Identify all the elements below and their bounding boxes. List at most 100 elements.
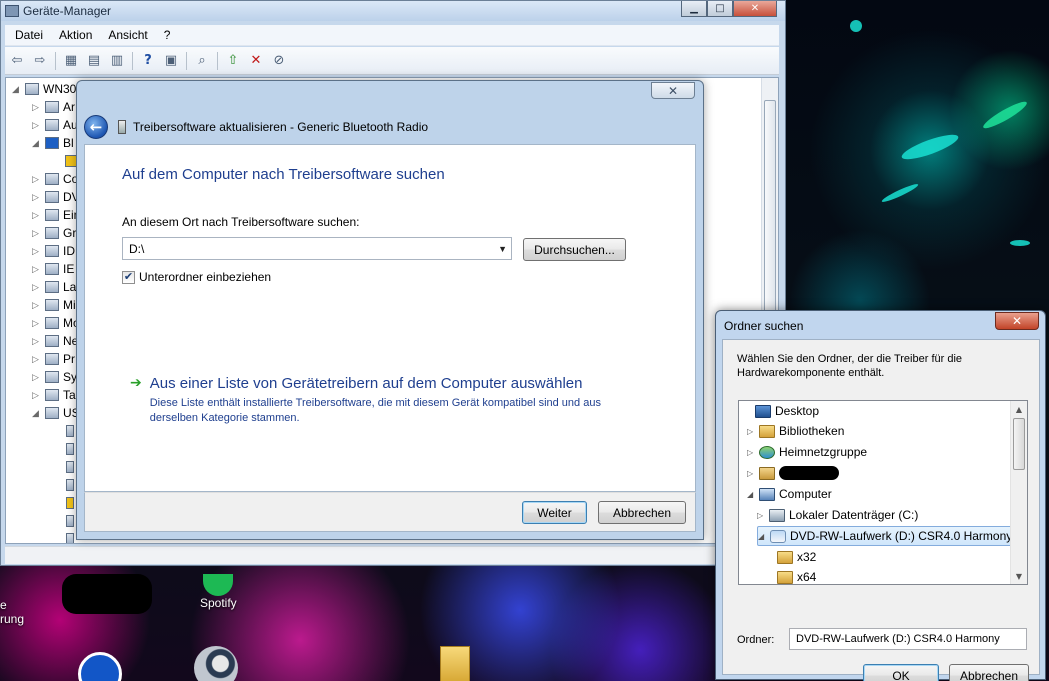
collapse-icon[interactable]: ◢: [747, 490, 757, 499]
menu-datei[interactable]: Datei: [9, 28, 49, 42]
tree-item[interactable]: ▷ Co: [32, 170, 78, 188]
back-arrow-icon[interactable]: ←: [84, 115, 108, 139]
cancel-button[interactable]: Abbrechen: [598, 501, 686, 524]
folder-item-drive-d[interactable]: ◢ DVD-RW-Laufwerk (D:) CSR4.0 Harmony: [757, 526, 1018, 546]
include-subfolders-option[interactable]: ✔ Unterordner einbeziehen: [122, 270, 271, 284]
folder-item-user[interactable]: ▷: [747, 463, 839, 483]
tree-item[interactable]: ▷ Pr: [32, 350, 75, 368]
dialog-close-button[interactable]: ✕: [995, 312, 1039, 330]
expand-icon[interactable]: ▷: [757, 511, 767, 520]
pick-from-list-link[interactable]: Aus einer Liste von Gerätetreibern auf d…: [150, 375, 630, 392]
console-icon[interactable]: ▣: [161, 51, 181, 71]
folder-shortcut[interactable]: [440, 646, 470, 681]
help-icon[interactable]: ?: [138, 51, 158, 71]
tree-item[interactable]: ▷ Ar: [32, 98, 75, 116]
expand-icon[interactable]: ▷: [747, 469, 757, 478]
spotify-shortcut[interactable]: Spotify: [200, 574, 237, 610]
device-manager-titlebar[interactable]: Geräte-Manager: [1, 1, 785, 21]
steam-shortcut[interactable]: [194, 646, 238, 681]
scrollbar-thumb[interactable]: [1013, 418, 1025, 470]
next-button[interactable]: Weiter: [522, 501, 587, 524]
green-arrow-icon: ➔: [130, 375, 142, 391]
search-path-combobox[interactable]: D:\ ▼: [122, 237, 512, 260]
minimize-button[interactable]: ▁: [681, 1, 707, 17]
tree-item[interactable]: ▷ Mo: [32, 314, 80, 332]
folder-item-x32[interactable]: x32: [777, 547, 816, 567]
chevron-down-icon[interactable]: ▼: [498, 244, 507, 254]
tree-item-bluetooth[interactable]: ◢ Bl: [32, 134, 74, 152]
scan-hardware-icon[interactable]: ⌕: [192, 51, 212, 71]
tree-item[interactable]: ▷ La: [32, 278, 76, 296]
expand-icon[interactable]: ▷: [32, 246, 42, 257]
folder-item-homegroup[interactable]: ▷ Heimnetzgruppe: [747, 442, 867, 462]
expand-icon[interactable]: ▷: [32, 372, 42, 383]
close-button[interactable]: ✕: [733, 1, 777, 17]
scroll-up-icon[interactable]: ▲: [1011, 401, 1027, 417]
expand-icon[interactable]: ▷: [32, 390, 42, 401]
expand-icon[interactable]: ▷: [32, 174, 42, 185]
tree-root[interactable]: ◢ WN30: [12, 80, 76, 98]
collapse-icon[interactable]: ◢: [32, 408, 42, 419]
expand-icon[interactable]: ▷: [32, 228, 42, 239]
desktop-shortcut-partial[interactable]: e rung: [0, 598, 24, 626]
tree-item[interactable]: ▷ Gr: [32, 224, 76, 242]
disable-device-icon[interactable]: ⊘: [269, 51, 289, 71]
folder-item-x64[interactable]: x64: [777, 567, 816, 584]
expand-icon[interactable]: ▷: [32, 300, 42, 311]
folder-item-drive-c[interactable]: ▷ Lokaler Datenträger (C:): [757, 505, 918, 525]
list-view-icon[interactable]: ▤: [84, 51, 104, 71]
folder-item-computer[interactable]: ◢ Computer: [747, 484, 832, 504]
ok-button[interactable]: OK: [863, 664, 939, 681]
tree-item[interactable]: ▷ ID: [32, 242, 75, 260]
expand-icon[interactable]: ▷: [747, 427, 757, 436]
malwarebytes-shortcut[interactable]: [78, 652, 122, 681]
folder-field[interactable]: DVD-RW-Laufwerk (D:) CSR4.0 Harmony: [789, 628, 1027, 650]
tree-item[interactable]: ▷ Au: [32, 116, 78, 134]
browse-button[interactable]: Durchsuchen...: [523, 238, 626, 261]
include-subfolders-checkbox[interactable]: ✔: [122, 270, 135, 284]
tree-item[interactable]: ▷ Ein: [32, 206, 80, 224]
browse-folder-dialog: Ordner suchen ✕ Wählen Sie den Ordner, d…: [715, 310, 1046, 681]
expand-icon[interactable]: ▷: [32, 102, 42, 113]
tree-item[interactable]: ▷ Mi: [32, 296, 76, 314]
tree-item[interactable]: ▷ IE: [32, 260, 74, 278]
menu-aktion[interactable]: Aktion: [53, 28, 98, 42]
maximize-button[interactable]: □: [707, 1, 733, 17]
back-arrow-icon[interactable]: ⇦: [7, 51, 27, 71]
expand-icon[interactable]: ▷: [32, 192, 42, 203]
tree-root-label: WN30: [43, 82, 77, 96]
expand-icon[interactable]: ▷: [32, 336, 42, 347]
properties-icon[interactable]: ▦: [61, 51, 81, 71]
forward-arrow-icon[interactable]: ⇨: [30, 51, 50, 71]
menu-ansicht[interactable]: Ansicht: [102, 28, 153, 42]
tree-item-usb[interactable]: ◢ US: [32, 404, 80, 422]
expand-icon[interactable]: ▷: [32, 210, 42, 221]
scroll-down-icon[interactable]: ▼: [1011, 568, 1027, 584]
toolbar: ⇦ ⇨ ▦ ▤ ▥ ? ▣ ⌕ ⇧ ✕ ⊘: [5, 47, 779, 75]
expand-icon[interactable]: ▷: [32, 354, 42, 365]
pick-from-list-option[interactable]: ➔ Aus einer Liste von Gerätetreibern auf…: [130, 375, 650, 426]
expand-icon[interactable]: ▷: [747, 448, 757, 457]
collapse-icon[interactable]: ◢: [758, 532, 768, 541]
folder-tree-scrollbar[interactable]: ▲ ▼: [1010, 401, 1027, 584]
expand-icon[interactable]: ▷: [32, 318, 42, 329]
expand-icon[interactable]: ▷: [32, 282, 42, 293]
expand-icon[interactable]: ▷: [32, 264, 42, 275]
tree-item[interactable]: ▷ Sy: [32, 368, 77, 386]
update-driver-icon[interactable]: ⇧: [223, 51, 243, 71]
collapse-icon[interactable]: ◢: [32, 138, 42, 149]
menu-bar: Datei Aktion Ansicht ?: [5, 25, 779, 46]
uninstall-icon[interactable]: ✕: [246, 51, 266, 71]
menu-help[interactable]: ?: [158, 28, 177, 42]
tree-item[interactable]: ▷ DV: [32, 188, 80, 206]
details-view-icon[interactable]: ▥: [107, 51, 127, 71]
monitor-icon: [45, 317, 59, 329]
collapse-icon[interactable]: ◢: [12, 84, 22, 95]
tree-item[interactable]: ▷ Ta: [32, 386, 76, 404]
folder-item-libraries[interactable]: ▷ Bibliotheken: [747, 421, 844, 441]
cancel-button[interactable]: Abbrechen: [949, 664, 1029, 681]
folder-item-desktop[interactable]: Desktop: [743, 401, 819, 421]
tree-item[interactable]: ▷ Ne: [32, 332, 78, 350]
expand-icon[interactable]: ▷: [32, 120, 42, 131]
wizard-close-button[interactable]: ✕: [651, 82, 695, 99]
